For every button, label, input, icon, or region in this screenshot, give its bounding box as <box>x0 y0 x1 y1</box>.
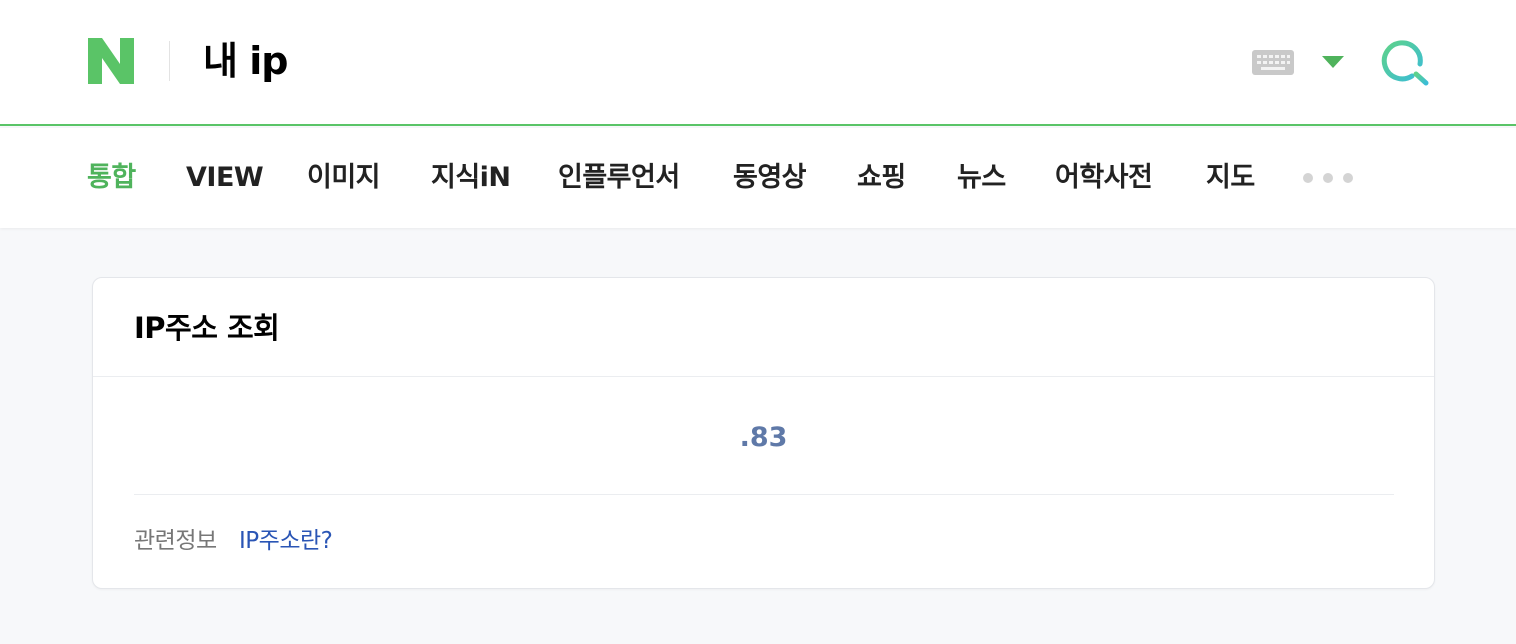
tab-shopping[interactable]: 쇼핑 <box>857 158 906 198</box>
tab-knowledge-in[interactable]: 지식iN <box>431 158 511 198</box>
triangle-down-icon[interactable] <box>1322 55 1344 69</box>
what-is-ip-link[interactable]: IP주소란? <box>239 524 333 558</box>
search-query-input[interactable]: 내 ip <box>203 36 288 86</box>
tab-view[interactable]: VIEW <box>186 158 264 198</box>
more-dots-icon[interactable] <box>1300 170 1356 186</box>
keyboard-icon[interactable] <box>1252 50 1294 75</box>
related-info-label: 관련정보 <box>134 528 217 554</box>
tab-influencer[interactable]: 인플루언서 <box>558 158 680 198</box>
card-title: IP주소 조회 <box>134 311 280 345</box>
ip-address-value: .83 <box>739 422 788 453</box>
card-divider <box>134 494 1394 495</box>
card-divider <box>93 376 1434 377</box>
naver-logo-icon[interactable] <box>88 38 134 84</box>
tab-news[interactable]: 뉴스 <box>957 158 1006 198</box>
search-tabs: 통합 VIEW 이미지 지식iN 인플루언서 동영상 쇼핑 뉴스 어학사전 지도 <box>0 128 1516 228</box>
tab-integrated[interactable]: 통합 <box>87 158 136 198</box>
tab-video[interactable]: 동영상 <box>733 158 807 198</box>
header-divider <box>169 41 170 81</box>
ip-lookup-card: IP주소 조회 .83 관련정보 IP주소란? <box>92 277 1435 589</box>
search-icon[interactable] <box>1378 38 1430 86</box>
search-header: 내 ip <box>0 0 1516 126</box>
tab-map[interactable]: 지도 <box>1206 158 1255 198</box>
tab-dictionary[interactable]: 어학사전 <box>1055 158 1153 198</box>
tab-images[interactable]: 이미지 <box>307 158 381 198</box>
